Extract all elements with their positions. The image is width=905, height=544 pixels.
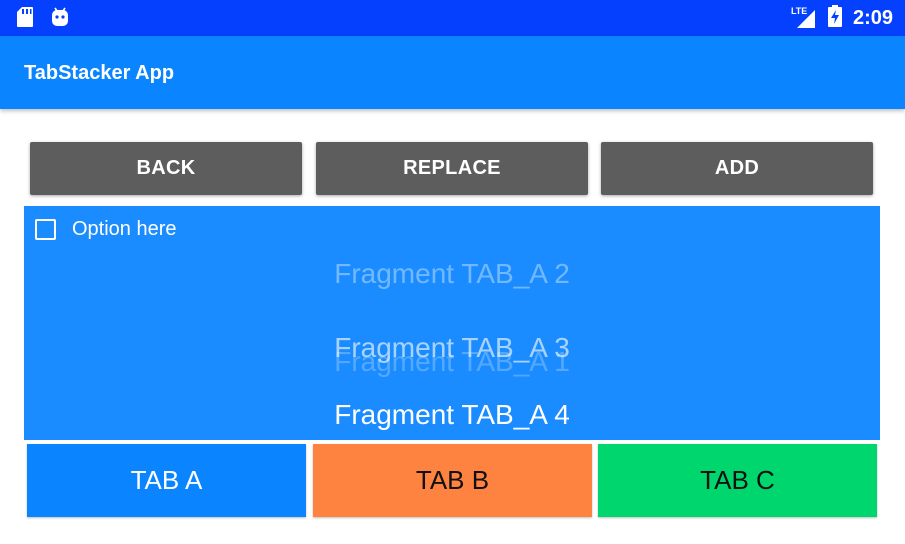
option-checkbox-row[interactable]: Option here	[35, 218, 177, 241]
sd-card-icon	[16, 6, 34, 33]
android-icon	[50, 6, 70, 33]
tab-c[interactable]: TAB C	[598, 444, 877, 517]
status-time: 2:09	[852, 6, 893, 29]
status-bar: LTE 2:09	[0, 0, 905, 36]
status-icons-right: LTE 2:09	[791, 0, 893, 36]
tab-b[interactable]: TAB B	[313, 444, 592, 517]
option-checkbox-label: Option here	[72, 218, 177, 240]
fragment-label-3: Fragment TAB_A 3	[334, 332, 570, 363]
option-checkbox[interactable]	[35, 219, 56, 240]
battery-charging-icon	[827, 4, 843, 33]
back-button[interactable]: BACK	[30, 142, 302, 195]
signal-icon: LTE	[791, 6, 817, 30]
status-icons-left	[16, 6, 70, 33]
app-title: TabStacker App	[24, 62, 175, 84]
fragment-label-4: Fragment TAB_A 4	[334, 399, 570, 430]
replace-button[interactable]: REPLACE	[316, 142, 588, 195]
fragment-label-2: Fragment TAB_A 2	[334, 258, 570, 289]
add-button[interactable]: ADD	[601, 142, 873, 195]
tab-a[interactable]: TAB A	[27, 444, 306, 517]
fragment-container: Option here Fragment TAB_A 1 Fragment TA…	[24, 206, 880, 440]
app-bar: TabStacker App	[0, 36, 905, 109]
